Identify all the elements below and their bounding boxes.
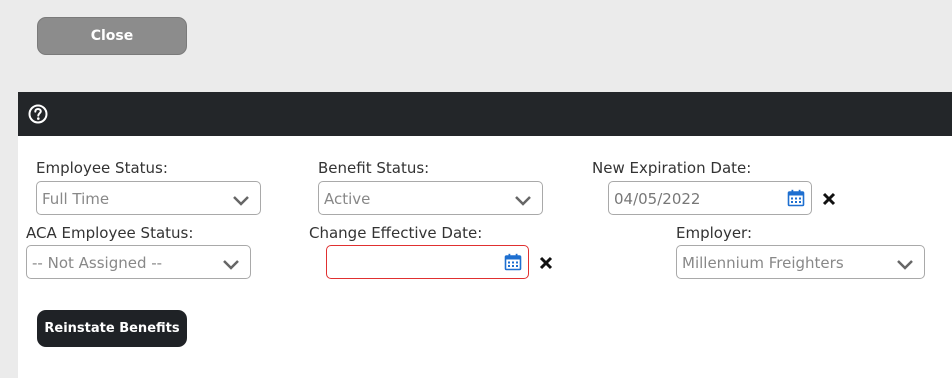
change-effective-date-field[interactable] [326, 245, 529, 279]
new-expiration-date-field[interactable]: 04/05/2022 [608, 181, 812, 215]
calendar-icon[interactable] [504, 253, 522, 271]
employee-status-label: Employee Status: [36, 159, 168, 177]
panel-header [18, 92, 952, 136]
chevron-down-icon [896, 256, 914, 270]
clear-effective-date-x-icon[interactable] [539, 255, 553, 270]
new-expiration-date-value: 04/05/2022 [614, 190, 701, 208]
change-effective-date-label: Change Effective Date: [309, 224, 483, 242]
benefit-status-label: Benefit Status: [318, 159, 430, 177]
employer-value: Millennium Freighters [682, 254, 844, 272]
benefit-status-select[interactable]: Active [318, 181, 543, 215]
chevron-down-icon [232, 192, 250, 206]
help-icon[interactable] [28, 104, 48, 124]
clear-expiration-date-x-icon[interactable] [822, 191, 836, 206]
employee-status-select[interactable]: Full Time [36, 181, 261, 215]
employer-select[interactable]: Millennium Freighters [676, 245, 925, 279]
reinstate-benefits-button[interactable]: Reinstate Benefits [37, 310, 187, 347]
aca-employee-status-label: ACA Employee Status: [26, 224, 194, 242]
benefit-status-value: Active [324, 190, 371, 208]
chevron-down-icon [222, 256, 240, 270]
aca-employee-status-value: -- Not Assigned -- [32, 254, 163, 272]
employee-status-value: Full Time [42, 190, 110, 208]
close-button[interactable]: Close [37, 17, 187, 55]
aca-employee-status-select[interactable]: -- Not Assigned -- [26, 245, 251, 279]
calendar-icon[interactable] [787, 189, 805, 207]
new-expiration-date-label: New Expiration Date: [592, 159, 752, 177]
chevron-down-icon [514, 192, 532, 206]
employer-label: Employer: [676, 224, 753, 242]
